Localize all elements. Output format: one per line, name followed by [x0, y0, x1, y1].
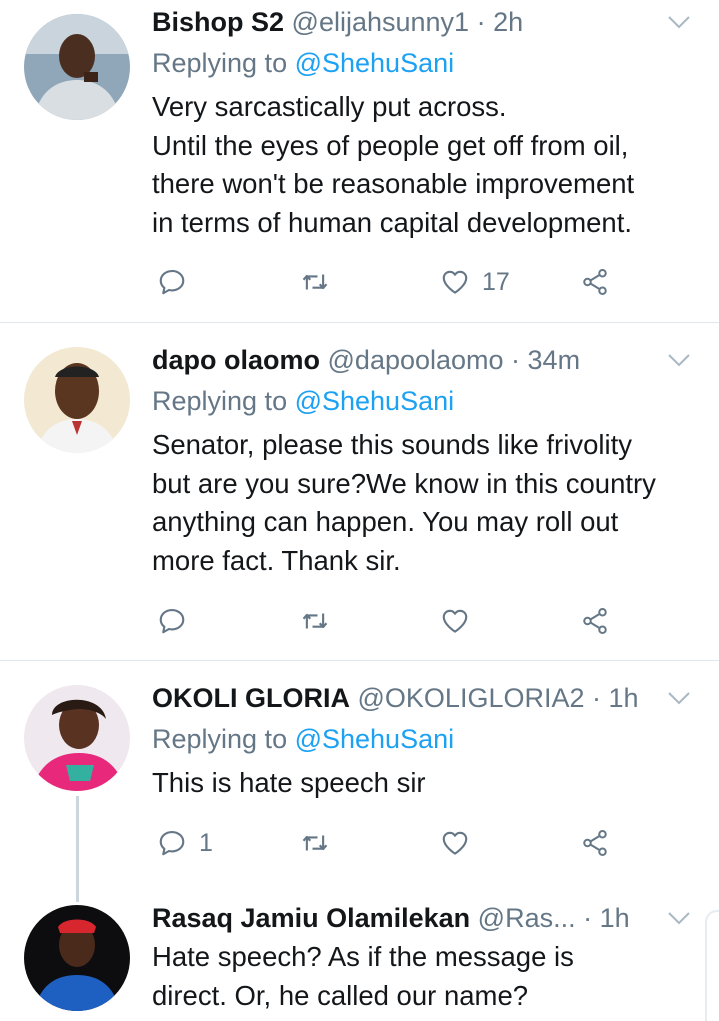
like-button[interactable] [440, 827, 482, 859]
like-count: 17 [482, 267, 510, 296]
heart-icon [440, 606, 470, 636]
tweet-text: Very sarcastically put across. Until the… [152, 91, 635, 238]
replying-to: Replying to @ShehuSani [152, 721, 454, 757]
tweet-text: Senator, please this sounds like frivoli… [152, 429, 656, 576]
share-icon [580, 828, 610, 858]
like-button[interactable] [440, 605, 482, 637]
replying-to: Replying to @ShehuSani [152, 383, 454, 419]
reply-button[interactable] [157, 605, 199, 637]
tweet-4[interactable]: Rasaq Jamiu Olamilekan @Ras... · 1h Hate… [0, 901, 719, 1019]
reply-button[interactable]: 1 [157, 827, 213, 859]
replying-to: Replying to @ShehuSani [152, 45, 454, 81]
user-handle[interactable]: @dapoolaomo [328, 345, 504, 375]
timestamp[interactable]: · 2h [469, 7, 524, 37]
timestamp[interactable]: · 34m [504, 345, 580, 375]
replying-prefix: Replying to [152, 48, 295, 78]
retweet-icon [300, 828, 330, 858]
display-name[interactable]: Bishop S2 [152, 7, 284, 37]
chevron-down-icon[interactable] [667, 690, 691, 706]
avatar[interactable] [24, 14, 130, 120]
reply-icon [157, 267, 187, 297]
display-name[interactable]: dapo olaomo [152, 345, 320, 375]
like-button[interactable]: 17 [440, 266, 510, 298]
tweet-header: OKOLI GLORIA @OKOLIGLORIA2 · 1h [152, 678, 639, 718]
chevron-down-icon[interactable] [667, 14, 691, 30]
share-button[interactable] [580, 266, 610, 298]
timestamp[interactable]: · 1h [585, 683, 639, 713]
tweet-1[interactable]: Bishop S2 @elijahsunny1 · 2h Replying to… [0, 0, 719, 322]
user-handle[interactable]: @Ras... [478, 903, 576, 933]
retweet-button[interactable] [300, 827, 342, 859]
avatar[interactable] [24, 685, 130, 791]
avatar[interactable] [24, 905, 130, 1011]
user-handle[interactable]: @elijahsunny1 [292, 7, 470, 37]
replying-prefix: Replying to [152, 386, 295, 416]
tweet-3[interactable]: OKOLI GLORIA @OKOLIGLORIA2 · 1h Replying… [0, 661, 719, 901]
tweet-header: Bishop S2 @elijahsunny1 · 2h [152, 2, 523, 42]
avatar[interactable] [24, 347, 130, 453]
retweet-button[interactable] [300, 266, 342, 298]
heart-icon [440, 828, 470, 858]
share-button[interactable] [580, 827, 610, 859]
tweet-header: Rasaq Jamiu Olamilekan @Ras... · 1h [152, 898, 630, 938]
reply-count: 1 [199, 828, 213, 857]
chevron-down-icon[interactable] [667, 352, 691, 368]
scroll-indicator[interactable] [705, 910, 719, 1021]
retweet-button[interactable] [300, 605, 342, 637]
mention-link[interactable]: @ShehuSani [295, 724, 455, 754]
tweet-text: This is hate speech sir [152, 767, 426, 798]
mention-link[interactable]: @ShehuSani [295, 48, 455, 78]
share-button[interactable] [580, 605, 610, 637]
timestamp[interactable]: · 1h [576, 903, 630, 933]
display-name[interactable]: OKOLI GLORIA [152, 683, 350, 713]
replying-prefix: Replying to [152, 724, 295, 754]
share-icon [580, 606, 610, 636]
display-name[interactable]: Rasaq Jamiu Olamilekan [152, 903, 470, 933]
reply-icon [157, 828, 187, 858]
mention-link[interactable]: @ShehuSani [295, 386, 455, 416]
retweet-icon [300, 606, 330, 636]
reply-icon [157, 606, 187, 636]
share-icon [580, 267, 610, 297]
tweet-text: Hate speech? As if the message is direct… [152, 941, 574, 1011]
chevron-down-icon[interactable] [667, 910, 691, 926]
heart-icon [440, 267, 470, 297]
reply-button[interactable] [157, 266, 199, 298]
user-handle[interactable]: @OKOLIGLORIA2 [358, 683, 585, 713]
tweet-2[interactable]: dapo olaomo @dapoolaomo · 34m Replying t… [0, 323, 719, 660]
retweet-icon [300, 267, 330, 297]
tweet-header: dapo olaomo @dapoolaomo · 34m [152, 340, 580, 380]
